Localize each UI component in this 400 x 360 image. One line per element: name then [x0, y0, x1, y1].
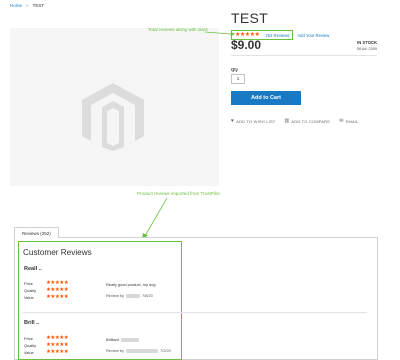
rating-stars: ★★★★★: [46, 294, 69, 300]
compare-label: ADD TO COMPARE: [291, 118, 331, 124]
product-title: TEST: [231, 10, 268, 26]
heart-icon: ♥: [231, 118, 235, 124]
breadcrumb-current: TEST: [32, 3, 45, 8]
email-label: EMAIL: [345, 118, 359, 124]
rating-stars: ★★★★★: [46, 342, 69, 348]
redacted-author-name: [125, 348, 158, 353]
breadcrumb: Home > TEST: [10, 3, 44, 8]
redacted-author-name: [125, 293, 140, 298]
review-rating-row: Price ★★★★★: [24, 335, 69, 342]
annotation-arrow-icon: [205, 31, 235, 36]
rating-label: Value: [24, 350, 34, 356]
add-review-link[interactable]: Add Your Review: [297, 33, 329, 38]
breadcrumb-separator: >: [26, 3, 29, 8]
review-author-line: Review by 7/2/20: [106, 348, 171, 353]
product-sku: SKU#: 2309: [356, 47, 377, 51]
review-rating-row: Quality ★★★★★: [24, 342, 69, 349]
rating-label: Value: [24, 295, 34, 301]
email-link[interactable]: ✉ EMAIL: [339, 118, 358, 124]
review-body: Really good product, my dog: [106, 282, 156, 287]
rating-stars: ★★★★★: [46, 287, 69, 293]
rating-label: Quality: [24, 343, 37, 349]
product-image-placeholder[interactable]: [10, 28, 219, 186]
review-date: 7/8/20: [141, 293, 153, 298]
reviews-count-link[interactable]: 252 Reviews: [265, 33, 289, 38]
rating-stars: ★★★★★: [46, 349, 69, 355]
tab-reviews[interactable]: Reviews (252): [14, 227, 59, 238]
product-price: $9.00: [231, 38, 262, 52]
rating-label: Price: [24, 281, 33, 287]
review-by-label: Review by: [106, 348, 124, 353]
review-rating-row: Value ★★★★★: [24, 294, 69, 301]
annotation-total-reviews: Total reviews along with stars: [148, 27, 208, 32]
rating-label: Price: [24, 336, 33, 342]
customer-reviews-heading: Customer Reviews: [23, 248, 92, 257]
review-summary-title: Reall ..: [24, 266, 42, 272]
chart-icon: ▥: [284, 118, 290, 124]
review-body-line: Brilliant: [106, 337, 139, 342]
annotation-arrow-icon: [142, 198, 168, 239]
review-rating-row: Price ★★★★★: [24, 280, 69, 287]
magento-logo-icon: [82, 83, 144, 151]
review-author-line: Review by 7/8/20: [106, 293, 153, 298]
review-body: Brilliant: [106, 337, 119, 342]
breadcrumb-home-link[interactable]: Home: [10, 3, 22, 8]
annotation-imported-reviews: Product reviews imported from TrustPilot: [137, 191, 220, 196]
review-rating-row: Quality ★★★★★: [24, 287, 69, 294]
add-to-cart-button[interactable]: Add to Cart: [231, 91, 301, 105]
divider: [231, 55, 377, 56]
rating-label: Quality: [24, 288, 37, 294]
product-social-actions: ♥ ADD TO WISH LIST ▥ ADD TO COMPARE ✉ EM…: [231, 118, 359, 124]
add-to-compare-link[interactable]: ▥ ADD TO COMPARE: [284, 118, 330, 124]
review-rating-row: Value ★★★★★: [24, 349, 69, 356]
wishlist-label: ADD TO WISH LIST: [236, 118, 276, 124]
review-by-label: Review by: [106, 293, 124, 298]
review-summary-title: Brill ..: [24, 320, 40, 326]
review-divider: [23, 312, 367, 313]
redacted-text: [120, 337, 139, 342]
review-date: 7/2/20: [159, 348, 171, 353]
qty-input[interactable]: 1: [231, 74, 245, 84]
qty-label: Qty: [231, 67, 238, 72]
envelope-icon: ✉: [339, 118, 344, 124]
stock-status: IN STOCK: [357, 40, 377, 45]
add-to-wishlist-link[interactable]: ♥ ADD TO WISH LIST: [231, 118, 275, 124]
rating-stars: ★★★★★: [46, 335, 69, 341]
rating-stars: ★★★★★: [46, 280, 69, 286]
